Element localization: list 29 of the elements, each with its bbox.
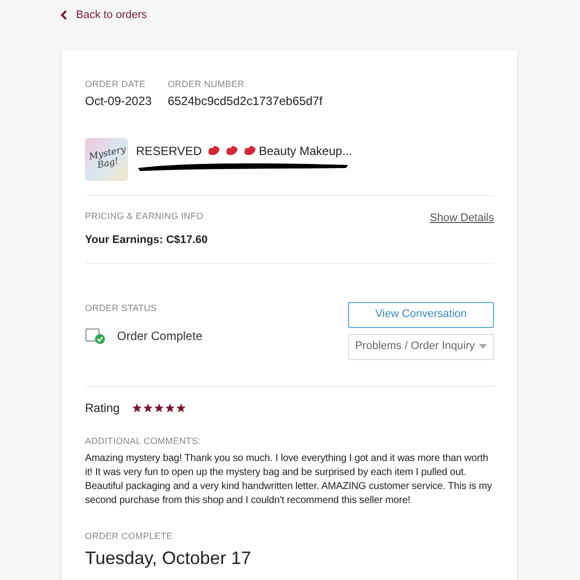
section-label: ADDITIONAL COMMENTS: — [85, 434, 202, 448]
chevron-left-icon — [60, 10, 68, 20]
lips-icon — [206, 144, 221, 156]
section-label: ORDER STATUS — [85, 302, 158, 314]
star-icon — [132, 402, 142, 412]
comment-text: Amazing mystery bag! Thank you so much. I love everything I got and it was more than worth it! It was very fun to open up the mystery bag and be surprised by each item I pulled out. Beautiful packaging and a very kind handwritten letter. AMAZING customer service. This is my second purchase from this shop and I couldn't recommend this seller more! — [85, 452, 493, 508]
order-status: Order Complete — [117, 328, 202, 345]
star-icon — [142, 402, 153, 412]
inquiry-dropdown[interactable]: Problems / Order Inquiry — [348, 334, 494, 360]
section-label: PRICING & EARNING INFO — [85, 210, 204, 222]
star-icon — [164, 402, 175, 412]
order-number: 6524bc9cd5d2c1737eb65d7f — [168, 92, 323, 110]
earnings: Your Earnings: C$17.60 — [85, 233, 209, 248]
field-label: ORDER DATE — [85, 78, 147, 91]
lips-icon — [242, 144, 257, 156]
completion-date: Tuesday, October 17 — [85, 548, 252, 568]
field-label: ORDER NUMBER — [168, 78, 246, 91]
view-conversation-button[interactable]: View Conversation — [348, 302, 494, 328]
caret-icon — [478, 344, 487, 349]
back-link[interactable]: Back to orders — [60, 6, 147, 24]
star-icon — [154, 402, 164, 412]
product-title: RESERVED Beauty Makeup... — [136, 142, 354, 160]
lips-icon — [224, 144, 239, 156]
order-date: Oct-09-2023 — [85, 92, 152, 110]
product-thumbnail: Mystery Bag! — [85, 138, 128, 180]
show-details-link[interactable]: Show Details — [430, 210, 494, 226]
section-label: ORDER COMPLETE — [85, 530, 174, 543]
rating-label: Rating — [85, 400, 120, 416]
star-icon — [176, 402, 186, 412]
